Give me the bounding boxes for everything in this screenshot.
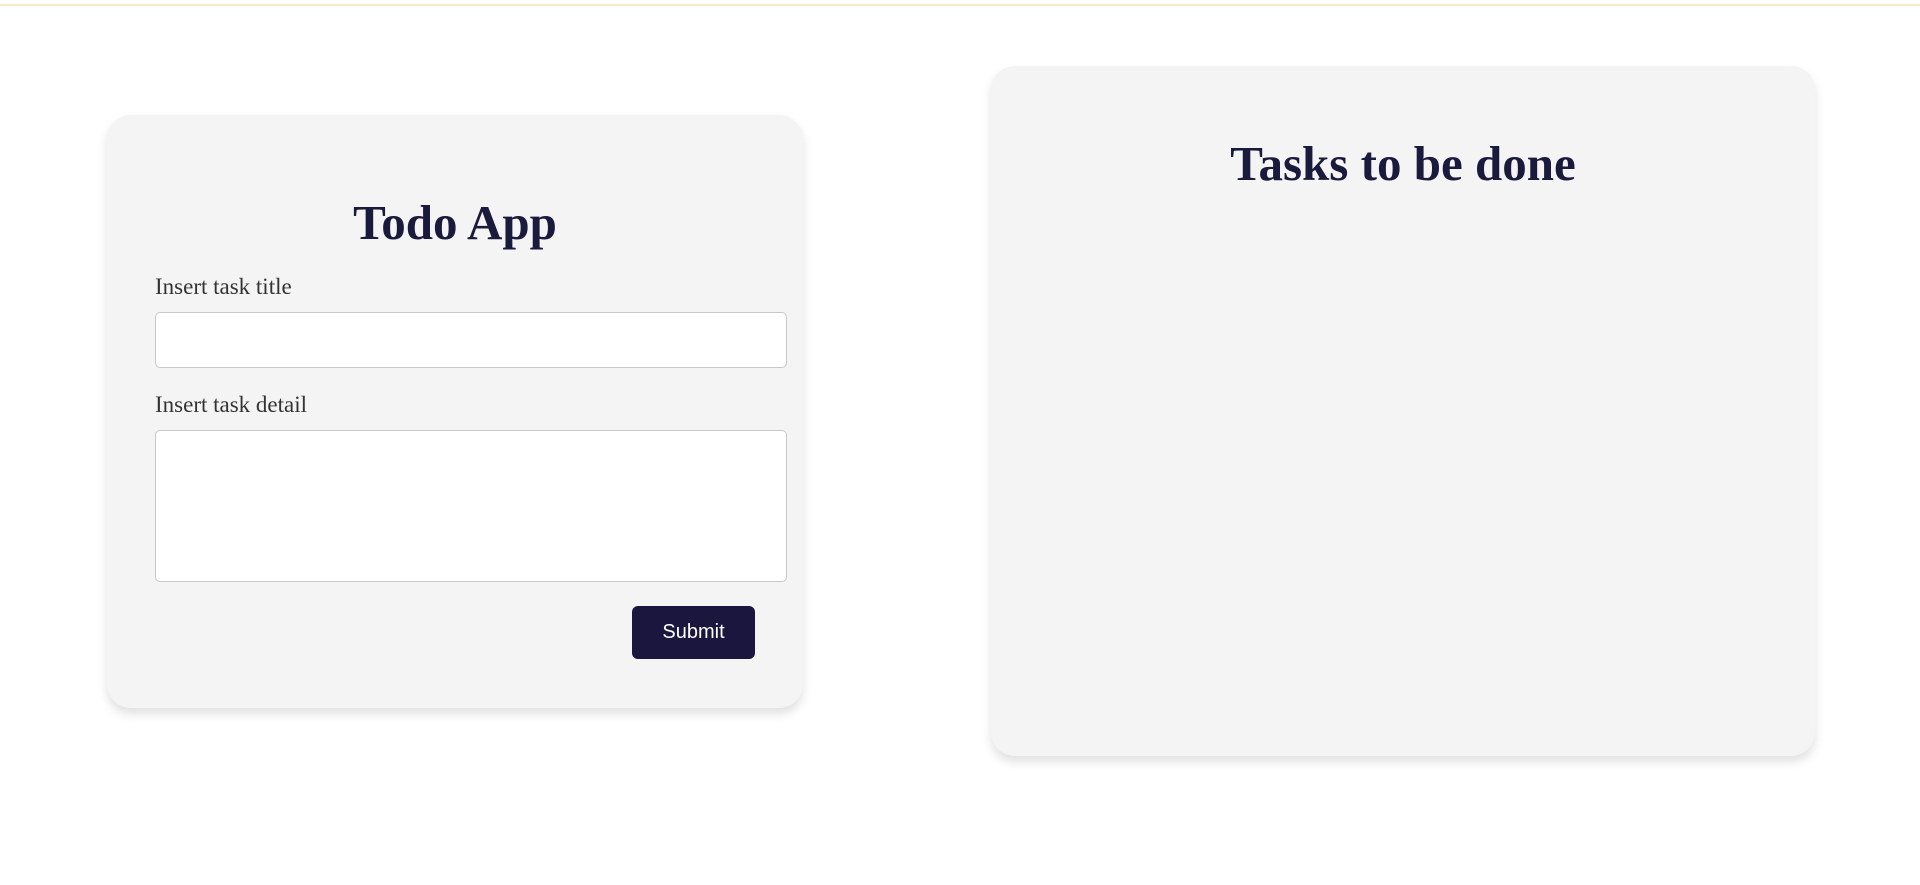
task-detail-label: Insert task detail (155, 392, 308, 417)
task-title-input[interactable] (155, 312, 787, 368)
submit-button[interactable]: Submit (632, 606, 755, 659)
todo-form-card: Todo App Insert task title Insert task d… (107, 115, 803, 708)
top-border-line (0, 4, 1920, 6)
tasks-card: Tasks to be done (991, 66, 1815, 756)
app-title: Todo App (353, 195, 557, 250)
task-detail-textarea[interactable] (155, 430, 787, 582)
tasks-list (1031, 226, 1775, 716)
tasks-heading: Tasks to be done (1230, 136, 1576, 191)
task-title-label: Insert task title (155, 274, 292, 299)
